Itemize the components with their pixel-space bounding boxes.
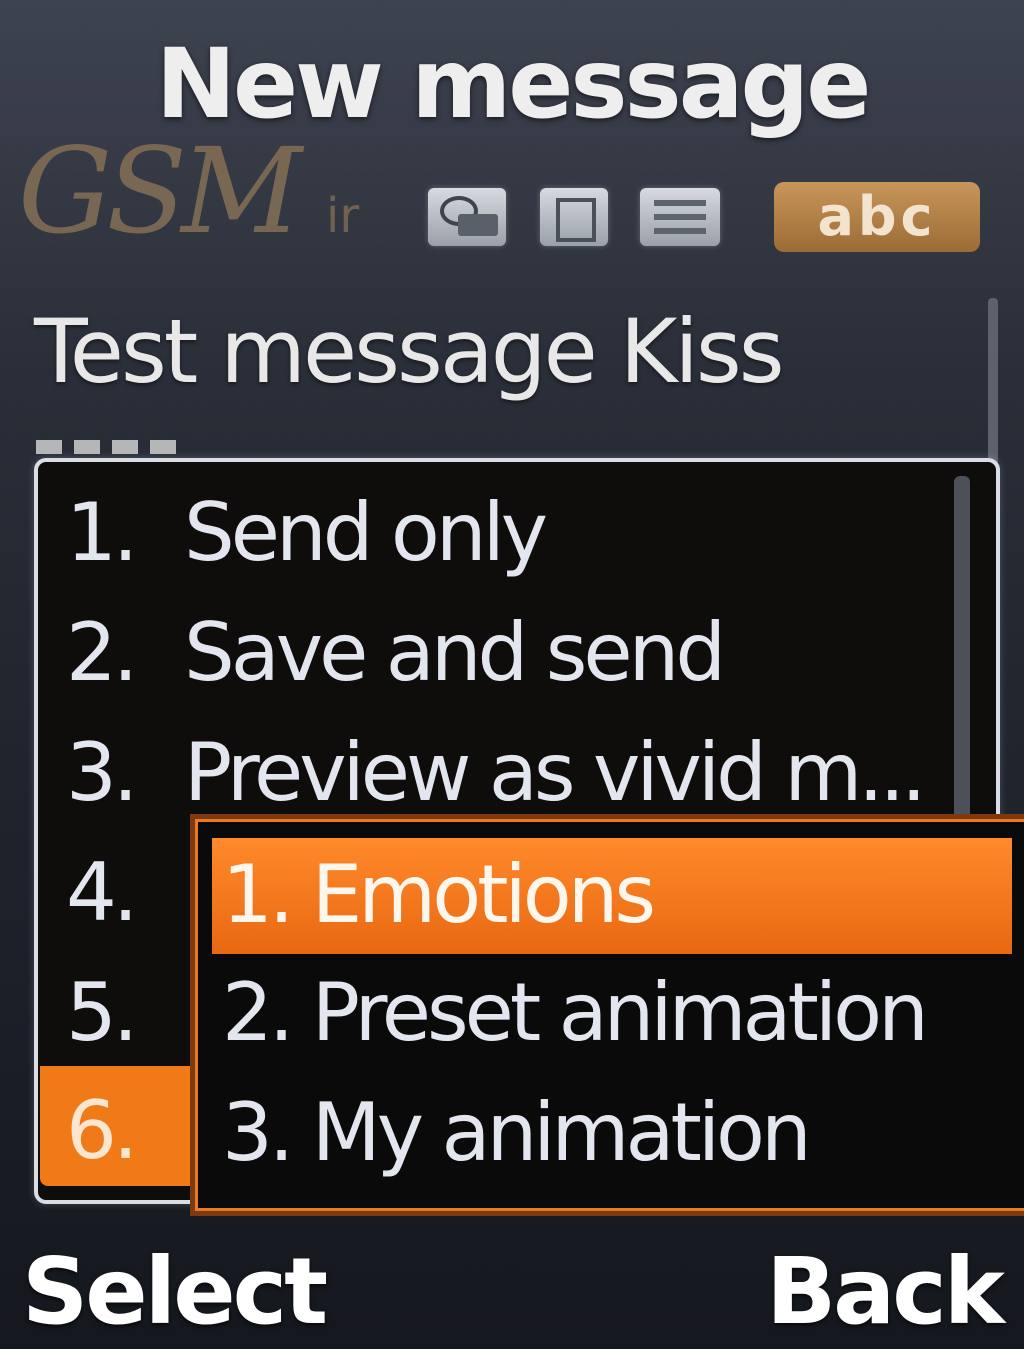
option-label: Send only (184, 486, 548, 579)
submenu-item-my-animation[interactable]: 3. My animation (222, 1086, 812, 1179)
sim-icon (540, 188, 608, 246)
message-scrollbar[interactable] (988, 298, 998, 468)
option-send-only[interactable]: 1. Send only (66, 486, 548, 579)
back-softkey[interactable]: Back (766, 1238, 1005, 1345)
option-5[interactable]: 5. (66, 966, 184, 1059)
select-softkey[interactable]: Select (22, 1238, 328, 1345)
input-mode-badge: abc (774, 182, 980, 252)
submenu-item-emotions[interactable]: 1. Emotions (222, 848, 656, 941)
option-label: Preview as vivid m... (184, 726, 927, 819)
option-save-and-send[interactable]: 2. Save and send (66, 606, 726, 699)
option-number: 6. (66, 1084, 138, 1177)
option-number: 2. (66, 606, 138, 699)
truncated-text-line (36, 440, 186, 454)
watermark-suffix: ir (326, 188, 360, 244)
option-4[interactable]: 4. (66, 846, 184, 939)
option-number: 4. (66, 846, 138, 939)
watermark-logo: GSM (18, 122, 302, 260)
submenu-item-preset-animation[interactable]: 2. Preset animation (222, 966, 929, 1059)
message-body[interactable]: Test message Kiss (34, 300, 785, 403)
option-label: Save and send (184, 606, 726, 699)
option-number: 5. (66, 966, 138, 1059)
option-6[interactable]: 6. (66, 1084, 184, 1177)
message-icon (640, 188, 720, 246)
attachment-icon (428, 188, 506, 246)
option-number: 3. (66, 726, 138, 819)
option-number: 1. (66, 486, 138, 579)
option-preview-vivid[interactable]: 3. Preview as vivid m... (66, 726, 927, 819)
